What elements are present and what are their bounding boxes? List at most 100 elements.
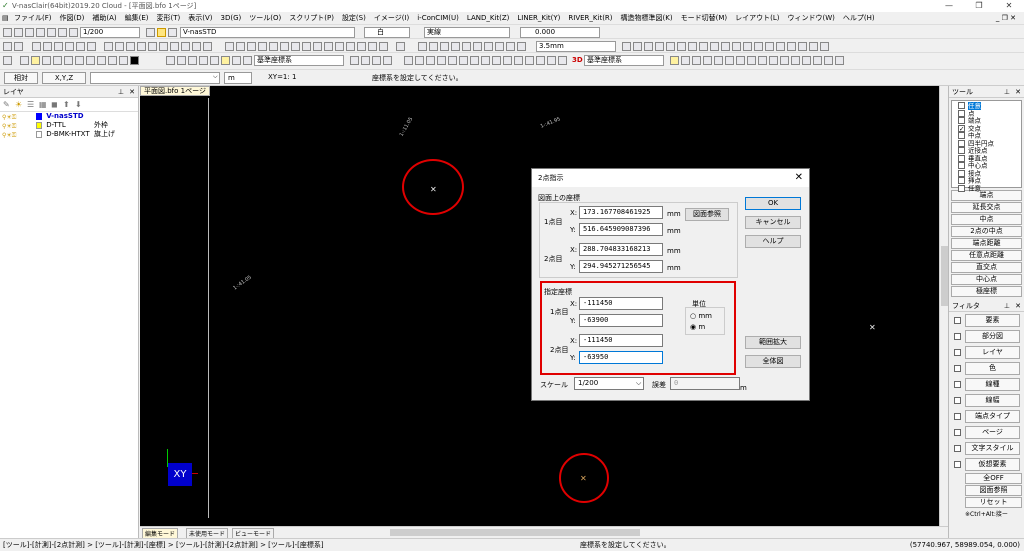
snap-checkbox[interactable] xyxy=(958,139,965,147)
lengthen-icon[interactable] xyxy=(470,56,479,65)
filter-checkbox[interactable] xyxy=(954,381,961,388)
view-pan-icon[interactable] xyxy=(725,56,734,65)
polyline-icon[interactable] xyxy=(115,42,124,51)
zoom-out-icon[interactable] xyxy=(43,42,52,51)
hatch-icon[interactable] xyxy=(181,42,190,51)
measure-coord-icon[interactable] xyxy=(383,56,392,65)
arrow-down-icon[interactable]: ⬇ xyxy=(75,100,82,109)
trim2-icon[interactable] xyxy=(415,56,424,65)
draw-arc-icon[interactable] xyxy=(644,42,653,51)
snap-checkbox[interactable] xyxy=(958,147,965,154)
snap-checkbox[interactable] xyxy=(958,184,965,192)
measure-area-icon[interactable] xyxy=(372,56,381,65)
snap-perpendicular-button[interactable]: 直交点 xyxy=(951,262,1022,273)
menu-settings[interactable]: 設定(S) xyxy=(338,12,370,25)
pin-icon[interactable]: ⊥ xyxy=(1004,300,1010,312)
filter-element-button[interactable]: 要素 xyxy=(965,314,1020,327)
filter-linetype-button[interactable]: 線種 xyxy=(965,378,1020,391)
specified-p1y-field[interactable]: -63900 xyxy=(579,314,663,327)
menu-mode[interactable]: モード切替(M) xyxy=(677,12,732,25)
scale-select[interactable]: 1/200 xyxy=(80,27,140,38)
color-mgr-icon[interactable] xyxy=(429,42,438,51)
draw-symbol-icon[interactable] xyxy=(754,42,763,51)
view-zoom-icon[interactable] xyxy=(736,56,745,65)
layer-row[interactable]: ⚲☀⚿ D-TTL 外枠 xyxy=(0,121,138,130)
volume-icon[interactable] xyxy=(558,56,567,65)
minimize-button[interactable]: — xyxy=(935,0,963,12)
menu-file[interactable]: ファイル(F) xyxy=(10,12,56,25)
rect-icon[interactable] xyxy=(126,42,135,51)
menu-structure[interactable]: 構造物標準図(K) xyxy=(617,12,677,25)
offset2-icon[interactable] xyxy=(437,56,446,65)
filter-reset-button[interactable]: リセット xyxy=(965,497,1022,508)
zoom-in-icon[interactable] xyxy=(32,42,41,51)
window-icon[interactable] xyxy=(232,56,241,65)
snap-center-button[interactable]: 中心点 xyxy=(951,274,1022,285)
print-icon[interactable] xyxy=(36,28,45,37)
measure-dist-icon[interactable] xyxy=(350,56,359,65)
menu-assist[interactable]: 補助(A) xyxy=(88,12,120,25)
copy-elem-icon[interactable] xyxy=(236,42,245,51)
filter-linewidth-button[interactable]: 線幅 xyxy=(965,394,1020,407)
arrow-up-icon[interactable]: ⬆ xyxy=(63,100,70,109)
area-measure-icon[interactable] xyxy=(119,56,128,65)
snap-checkbox[interactable] xyxy=(958,169,965,177)
preview-icon[interactable] xyxy=(47,28,56,37)
ok-button[interactable]: OK xyxy=(745,197,801,210)
view-iso-icon[interactable] xyxy=(703,56,712,65)
draw-curve-icon[interactable] xyxy=(677,42,686,51)
draw-image-icon[interactable] xyxy=(765,42,774,51)
snap-midpoint-button[interactable]: 中点 xyxy=(951,214,1022,225)
drawing-p1x-field[interactable]: 173.167708461925 xyxy=(579,206,663,219)
layer-select[interactable]: V-nasSTD xyxy=(180,27,355,38)
move-icon[interactable] xyxy=(225,42,234,51)
lineweight-icon[interactable] xyxy=(86,56,95,65)
page-icon[interactable] xyxy=(484,42,493,51)
profile-icon[interactable] xyxy=(536,56,545,65)
coord-sys-icon[interactable] xyxy=(177,56,186,65)
arc-icon[interactable] xyxy=(148,42,157,51)
chevron-down-icon[interactable]: ⌵ xyxy=(213,73,218,81)
draw-balloon-icon[interactable] xyxy=(732,42,741,51)
trim-icon[interactable] xyxy=(291,42,300,51)
menu-help[interactable]: ヘルプ(H) xyxy=(839,12,879,25)
explode-icon[interactable] xyxy=(357,42,366,51)
draw-mark-icon[interactable] xyxy=(809,42,818,51)
snap-checkbox[interactable] xyxy=(958,132,965,139)
redraw-icon[interactable] xyxy=(87,42,96,51)
filter-checkbox[interactable] xyxy=(954,397,961,404)
text-mgr-icon[interactable] xyxy=(451,42,460,51)
snap-item[interactable]: 点 xyxy=(958,109,1015,118)
text-icon[interactable] xyxy=(159,42,168,51)
symbol-icon[interactable] xyxy=(192,42,201,51)
doc-icon[interactable]: ▤ xyxy=(0,14,10,22)
grid-icon[interactable] xyxy=(506,42,515,51)
unit-m-radio[interactable]: ◉ m xyxy=(690,323,705,331)
draw-hatch-icon[interactable] xyxy=(776,42,785,51)
texture-icon[interactable] xyxy=(791,56,800,65)
rp-icon[interactable] xyxy=(14,42,23,51)
filter-color-button[interactable]: 色 xyxy=(965,362,1020,375)
dim-mgr-icon[interactable] xyxy=(462,42,471,51)
snap-item[interactable]: ✓ 交点 xyxy=(958,124,1015,132)
draw-dline-icon[interactable] xyxy=(633,42,642,51)
snap-checkbox[interactable] xyxy=(958,102,965,109)
coord-select-left[interactable]: 基準座標系 xyxy=(254,55,344,66)
layer-prop-icon[interactable] xyxy=(166,56,175,65)
scale-select[interactable]: 1/200 xyxy=(574,377,644,390)
filter-endtype-button[interactable]: 端点タイプ xyxy=(965,410,1020,423)
horizontal-scrollbar-thumb[interactable] xyxy=(390,529,640,536)
menu-view[interactable]: 表示(V) xyxy=(184,12,216,25)
open-file-icon[interactable] xyxy=(14,28,23,37)
filter-all-off-button[interactable]: 全OFF xyxy=(965,473,1022,484)
break-icon[interactable] xyxy=(335,42,344,51)
draw-ellipse-icon[interactable] xyxy=(666,42,675,51)
snap-item[interactable]: 接点 xyxy=(958,169,1015,178)
specified-p2x-field[interactable]: -111450 xyxy=(579,334,663,347)
snap-polar-button[interactable]: 極座標 xyxy=(951,286,1022,297)
property-icon[interactable] xyxy=(396,42,405,51)
menu-tools[interactable]: ツール(O) xyxy=(245,12,285,25)
close-button[interactable]: ✕ xyxy=(995,0,1023,12)
drawing-p2x-field[interactable]: 288.704833168213 xyxy=(579,243,663,256)
color-select[interactable]: 白 xyxy=(364,27,410,38)
